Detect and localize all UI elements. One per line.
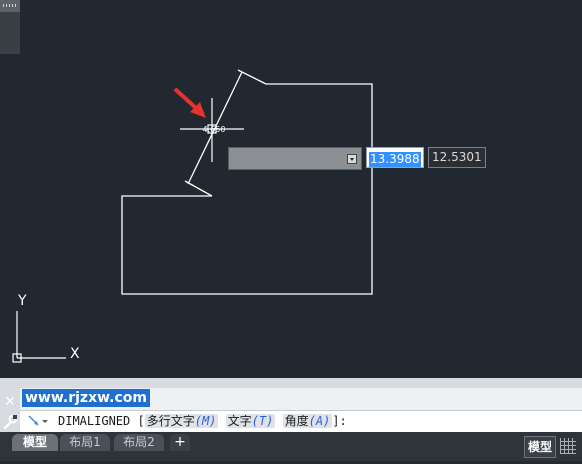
command-name: DIMALIGNED bbox=[58, 414, 131, 428]
aligned-dimension bbox=[184, 69, 267, 197]
grid-icon[interactable] bbox=[560, 438, 576, 454]
option-label: 角度 bbox=[284, 414, 309, 428]
tab-layout1[interactable]: 布局1 bbox=[60, 434, 110, 451]
close-command-icon[interactable]: ✕ bbox=[0, 393, 20, 411]
dynamic-input-value-1[interactable]: 13.3988 bbox=[366, 147, 424, 168]
dimaligned-command-icon[interactable] bbox=[26, 414, 50, 428]
command-prompt: DIMALIGNED [多行文字(M) 文字(T) 角度(A)]: bbox=[58, 412, 347, 430]
panel-grip-handle[interactable] bbox=[0, 0, 20, 12]
model-space-button[interactable]: 模型 bbox=[524, 436, 556, 458]
pointer-arrow-icon bbox=[173, 87, 206, 118]
option-label: 多行文字 bbox=[146, 414, 195, 428]
close-bracket: ]: bbox=[332, 414, 347, 428]
add-layout-button[interactable]: + bbox=[170, 434, 190, 451]
ucs-x-label: X bbox=[70, 346, 80, 362]
wrench-icon[interactable] bbox=[2, 414, 18, 430]
option-angle[interactable]: 角度(A) bbox=[282, 414, 333, 428]
dynamic-input-value-2[interactable]: 12.5301 bbox=[428, 147, 486, 168]
drawn-outline bbox=[121, 83, 373, 295]
option-key: (T) bbox=[251, 414, 274, 428]
tab-layout2[interactable]: 布局2 bbox=[114, 434, 164, 451]
command-side-bar bbox=[0, 12, 20, 54]
watermark: www.rjzxw.com bbox=[22, 389, 150, 407]
open-bracket: [ bbox=[137, 414, 145, 428]
dynamic-text-input[interactable] bbox=[228, 147, 362, 170]
ucs-icon bbox=[12, 311, 66, 363]
selected-value-text: 13.3988 bbox=[369, 152, 421, 167]
option-key: (A) bbox=[308, 414, 331, 428]
option-text[interactable]: 文字(T) bbox=[225, 414, 276, 428]
option-mtext[interactable]: 多行文字(M) bbox=[144, 414, 219, 428]
dropdown-arrow-icon[interactable] bbox=[347, 154, 357, 164]
drawing-canvas[interactable]: 4.650 Y X bbox=[0, 0, 582, 378]
option-key: (M) bbox=[194, 414, 217, 428]
tab-model[interactable]: 模型 bbox=[12, 434, 58, 451]
option-label: 文字 bbox=[227, 414, 252, 428]
ucs-y-label: Y bbox=[17, 293, 27, 309]
